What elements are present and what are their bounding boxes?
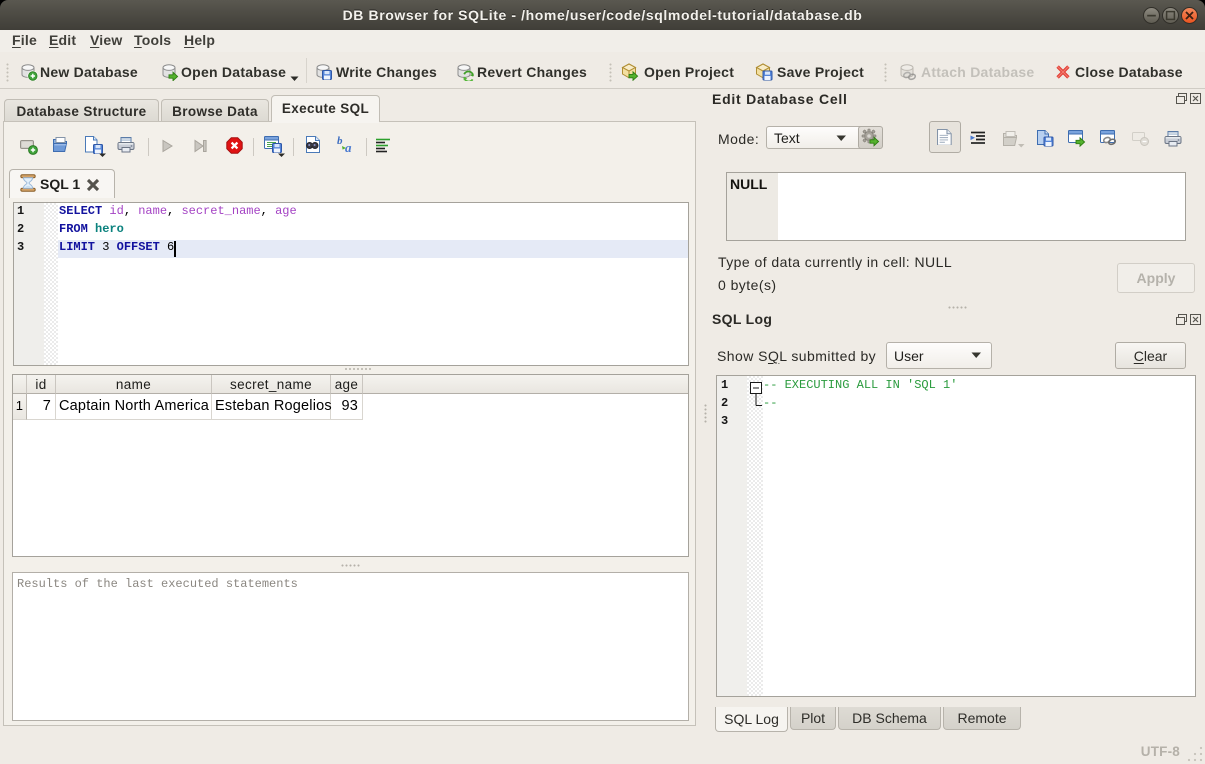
svg-text:a: a [345, 140, 352, 154]
svg-text:b: b [337, 135, 343, 147]
